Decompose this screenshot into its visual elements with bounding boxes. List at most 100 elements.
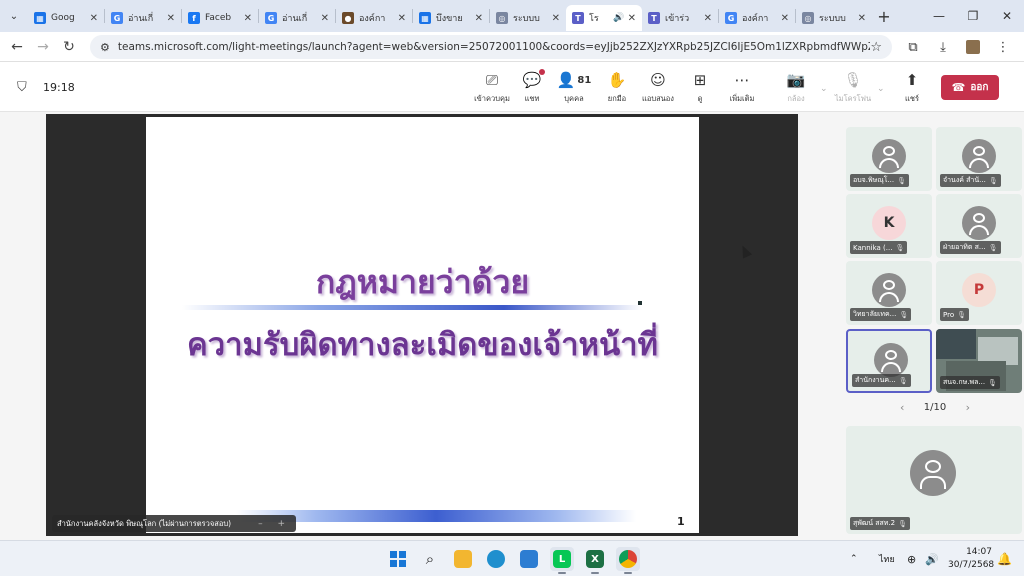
view-button[interactable]: ⊞ ดู (680, 70, 720, 105)
bookmark-star-icon[interactable]: ☆ (870, 40, 882, 55)
mic-button[interactable]: 🎙 ไมโครโฟน (833, 70, 873, 105)
react-button[interactable]: ☺ แอบสนอง (638, 70, 678, 105)
tab-close-icon[interactable]: ✕ (167, 13, 175, 24)
address-bar[interactable]: ⚙ teams.microsoft.com/light-meetings/lau… (90, 35, 892, 59)
share-button[interactable]: ⬆ แชร์ (892, 70, 932, 105)
tab-audio-icon[interactable]: 🔊 (613, 13, 624, 23)
system-clock[interactable]: 14:07 30/7/2568 (948, 546, 994, 572)
slide-title-line1: กฎหมายว่าด้วย (315, 263, 530, 301)
spotlight-avatar (910, 450, 956, 496)
participant-tile[interactable]: ฝ่ายอาทิต ส... 🎙 (936, 194, 1022, 258)
new-tab-button[interactable]: + (872, 7, 896, 26)
site-info-icon[interactable]: ⚙ (100, 41, 110, 54)
tab-title: โร (589, 14, 599, 24)
zoom-controls[interactable]: – + (258, 519, 291, 529)
running-indicator (624, 572, 632, 574)
browser-tab[interactable]: f Faceb ✕ (182, 5, 258, 31)
chat-icon: 💬 (523, 69, 546, 90)
mic-muted-icon: 🎙 (957, 310, 966, 319)
tab-close-icon[interactable]: ✕ (475, 13, 483, 24)
tab-close-icon[interactable]: ✕ (628, 13, 636, 24)
volume-icon[interactable]: 🔊 (925, 541, 939, 576)
browser-tab[interactable]: G อ่านเกี่ ✕ (259, 5, 335, 31)
participant-avatar (872, 139, 906, 173)
participant-tile[interactable]: อบจ.พิษณุโ... 🎙 (846, 127, 932, 191)
camera-options-chevron-icon[interactable]: ⌄ (820, 84, 828, 94)
tab-close-icon[interactable]: ✕ (704, 13, 712, 24)
edge-icon[interactable] (484, 547, 508, 571)
meeting-stage: กฎหมายว่าด้วย ความรับผิดทางละเมิดของเจ้า… (0, 112, 1024, 540)
participant-tile[interactable]: วิทยาลัยเทค... 🎙 (846, 261, 932, 325)
minimize-icon[interactable]: — (922, 0, 956, 32)
tab-close-icon[interactable]: ✕ (781, 13, 789, 24)
browser-tab[interactable]: ▦ Goog ✕ (28, 5, 104, 31)
react-label: แอบสนอง (642, 94, 674, 103)
people-label: บุคคล (564, 94, 584, 103)
tab-close-icon[interactable]: ✕ (321, 13, 329, 24)
participant-name-tag: สนจ.กษ.พล... 🎙 (940, 376, 1000, 389)
participant-tile[interactable]: สำนักงานค... 🎙 (846, 329, 932, 393)
participant-tile[interactable]: จำนงค์ สำนั... 🎙 (936, 127, 1022, 191)
notification-bell-icon[interactable]: 🔔 (997, 552, 1012, 566)
tab-search-chevron-icon[interactable]: ⌄ (0, 0, 28, 32)
mic-options-chevron-icon[interactable]: ⌄ (877, 84, 885, 94)
network-icon[interactable]: ⊕ (907, 541, 916, 576)
tab-close-icon[interactable]: ✕ (398, 13, 406, 24)
excel-icon[interactable]: X (583, 547, 607, 574)
browser-tab[interactable]: G องค์กา ✕ (719, 5, 795, 31)
more-icon: ⋯ (735, 70, 750, 90)
start-button[interactable] (386, 547, 410, 571)
leave-button[interactable]: ☎ ออก (941, 75, 999, 100)
prev-page-icon[interactable]: ‹ (900, 401, 904, 414)
line-app-icon[interactable]: L (550, 547, 574, 574)
browser-tab[interactable]: ◎ ระบบบ ✕ (796, 5, 872, 31)
back-icon[interactable]: ← (4, 39, 30, 55)
take-control-button[interactable]: ⎚ เข้าควบคุม (472, 70, 512, 105)
profile-avatar[interactable] (966, 40, 980, 54)
camera-button[interactable]: 📷 กล้อง (776, 70, 816, 105)
browser-tab[interactable]: ▦ บึงขาย ✕ (413, 5, 489, 31)
reload-icon[interactable]: ↻ (56, 39, 82, 55)
participant-tile[interactable]: P Pro 🎙 (936, 261, 1022, 325)
tab-close-icon[interactable]: ✕ (552, 13, 560, 24)
downloads-icon[interactable]: ⤓ (928, 40, 958, 55)
chrome-icon[interactable] (616, 547, 640, 574)
unread-badge (539, 69, 546, 75)
close-window-icon[interactable]: ✕ (990, 0, 1024, 32)
tab-close-icon[interactable]: ✕ (244, 13, 252, 24)
take-control-glyph: ⎚ (485, 71, 498, 89)
participant-name-tag: วิทยาลัยเทค... 🎙 (850, 308, 912, 321)
browser-tab[interactable]: ● องค์กา ✕ (336, 5, 412, 31)
file-explorer-icon[interactable] (451, 547, 475, 571)
input-language[interactable]: ไทย (879, 541, 895, 576)
forward-icon[interactable]: → (30, 39, 56, 55)
store-icon[interactable] (517, 547, 541, 571)
extensions-icon[interactable]: ⧉ (898, 40, 928, 55)
share-icon: ⬆ (906, 70, 919, 90)
browser-tab[interactable]: T โร 🔊 ✕ (566, 5, 642, 31)
next-page-icon[interactable]: › (966, 401, 970, 414)
search-icon[interactable]: ⌕ (418, 547, 442, 571)
tab-favicon-icon: T (572, 12, 584, 24)
browser-tab[interactable]: T เข้าร่ว ✕ (642, 5, 718, 31)
spotlight-tile[interactable]: สุพัฒน์ สสท.2 🎙 (846, 426, 1022, 534)
participant-tile[interactable]: K Kannika (... 🎙 (846, 194, 932, 258)
tab-close-icon[interactable]: ✕ (858, 13, 866, 24)
tray-overflow-icon[interactable]: ⌃ (850, 541, 858, 576)
tab-close-icon[interactable]: ✕ (90, 13, 98, 24)
browser-tab[interactable]: G อ่านเกี่ ✕ (105, 5, 181, 31)
browser-tab[interactable]: ◎ ระบบบ ✕ (490, 5, 566, 31)
participant-name-tag: จำนงค์ สำนั... 🎙 (940, 174, 1001, 187)
person-head-icon (925, 460, 941, 473)
chat-button[interactable]: 💬 แชท (512, 69, 552, 105)
participant-name-tag: Pro 🎙 (940, 308, 969, 321)
raise-hand-button[interactable]: ✋ ยกมือ (597, 70, 637, 105)
tab-favicon-icon: G (725, 12, 737, 24)
participant-tile[interactable]: สนจ.กษ.พล... 🎙 (936, 329, 1022, 393)
participant-avatar (962, 206, 996, 240)
restore-icon[interactable]: ❐ (956, 0, 990, 32)
browser-menu-icon[interactable]: ⋮ (988, 40, 1018, 55)
person-head-icon (973, 213, 985, 223)
people-button[interactable]: 👤 81 บุคคล (554, 70, 594, 105)
more-button[interactable]: ⋯ เพิ่มเติม (722, 70, 762, 105)
